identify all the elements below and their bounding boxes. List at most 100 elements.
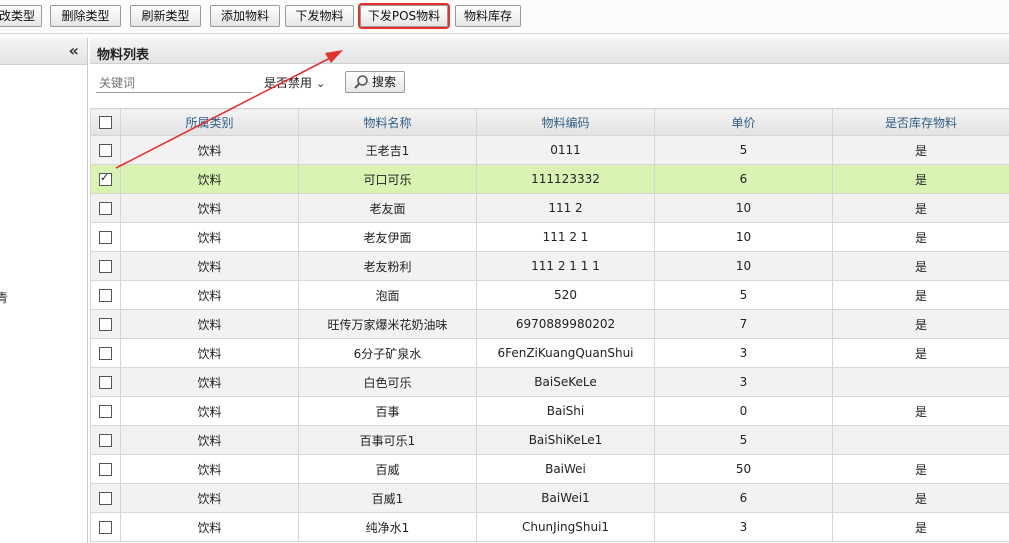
table-header-row: 所属类别 物料名称 物料编码 单价 是否库存物料 (90, 108, 1009, 136)
row-checkbox-cell[interactable] (90, 425, 121, 455)
row-checkbox[interactable] (99, 231, 112, 244)
row-checkbox[interactable] (99, 171, 112, 186)
table-row[interactable]: 饮料 百威1 BaiWei1 6 是 (90, 483, 1009, 513)
code-cell: BaiShi (476, 396, 655, 426)
row-checkbox-cell[interactable] (90, 309, 121, 339)
edit-type-button[interactable]: 改类型 (0, 5, 42, 27)
row-checkbox[interactable] (99, 202, 112, 215)
stock-cell: 是 (832, 396, 1009, 426)
category-cell: 饮料 (120, 193, 299, 223)
code-cell: 111123332 (476, 164, 655, 194)
stock-cell: 是 (832, 135, 1009, 165)
row-checkbox-cell[interactable] (90, 396, 121, 426)
row-checkbox[interactable] (99, 434, 112, 447)
row-checkbox[interactable] (99, 289, 112, 302)
code-cell: 520 (476, 280, 655, 310)
row-checkbox[interactable] (99, 144, 112, 157)
name-cell: 百威1 (298, 483, 477, 513)
material-table: 所属类别 物料名称 物料编码 单价 是否库存物料 饮料王老吉101115是饮料可… (90, 108, 1009, 542)
row-checkbox[interactable] (99, 376, 112, 389)
name-cell: 老友粉利 (298, 251, 477, 281)
price-cell: 3 (654, 338, 833, 368)
code-cell: 0111 (476, 135, 655, 165)
row-checkbox-cell[interactable] (90, 512, 121, 542)
category-cell: 饮料 (120, 396, 299, 426)
table-row[interactable]: 饮料 百事 BaiShi 0 是 (90, 396, 1009, 426)
table-row[interactable]: 饮料 老友伊面 111 2 1 10 是 (90, 222, 1009, 252)
select-all-checkbox[interactable] (99, 116, 112, 129)
table-row[interactable]: 饮料 百事可乐1 BaiShiKeLe1 5 (90, 425, 1009, 455)
collapse-icon[interactable]: « (69, 41, 79, 60)
add-material-button[interactable]: 添加物料 (210, 5, 280, 27)
column-header[interactable]: 物料名称 (298, 108, 477, 136)
name-cell: 老友面 (298, 193, 477, 223)
price-cell: 3 (654, 512, 833, 542)
delete-type-button[interactable]: 删除类型 (50, 5, 121, 27)
code-cell: 111 2 1 (476, 222, 655, 252)
stock-cell (832, 367, 1009, 397)
stock-cell: 是 (832, 164, 1009, 194)
row-checkbox-cell[interactable] (90, 454, 121, 484)
stock-cell: 是 (832, 193, 1009, 223)
row-checkbox-cell[interactable] (90, 222, 121, 252)
row-checkbox-cell[interactable] (90, 483, 121, 513)
table-row[interactable]: 饮料可口可乐1111233326是 (90, 164, 1009, 194)
panel-header: 物料列表 (90, 38, 1009, 64)
panel-title: 物料列表 (97, 48, 150, 63)
table-row[interactable]: 饮料 旺传万家爆米花奶油味 6970889980202 7 是 (90, 309, 1009, 339)
keyword-input[interactable] (96, 74, 252, 93)
select-all-cell[interactable] (90, 108, 121, 136)
toolbar: 改类型 删除类型 刷新类型 添加物料 下发物料 下发POS物料 物料库存 (0, 0, 1009, 34)
category-cell: 饮料 (120, 454, 299, 484)
name-cell: 白色可乐 (298, 367, 477, 397)
category-cell: 饮料 (120, 309, 299, 339)
row-checkbox[interactable] (99, 463, 112, 476)
row-checkbox[interactable] (99, 318, 112, 331)
table-row[interactable]: 饮料 6分子矿泉水 6FenZiKuangQuanShui 3 是 (90, 338, 1009, 368)
price-cell: 50 (654, 454, 833, 484)
column-header[interactable]: 物料编码 (476, 108, 655, 136)
table-row[interactable]: 饮料 老友面 111 2 10 是 (90, 193, 1009, 223)
price-cell: 0 (654, 396, 833, 426)
disable-select[interactable]: 是否禁用 ⌄ (264, 74, 325, 91)
code-cell: 111 2 1 1 1 (476, 251, 655, 281)
table-row[interactable]: 饮料 白色可乐 BaiSeKeLe 3 (90, 367, 1009, 397)
row-checkbox[interactable] (99, 492, 112, 505)
price-cell: 5 (654, 135, 833, 165)
row-checkbox[interactable] (99, 347, 112, 360)
row-checkbox[interactable] (99, 260, 112, 273)
code-cell: BaiShiKeLe1 (476, 425, 655, 455)
category-cell: 饮料 (120, 338, 299, 368)
category-cell: 饮料 (120, 164, 299, 194)
issue-material-button[interactable]: 下发物料 (285, 5, 354, 27)
name-cell: 6分子矿泉水 (298, 338, 477, 368)
table-row[interactable]: 饮料 泡面 520 5 是 (90, 280, 1009, 310)
code-cell: 111 2 (476, 193, 655, 223)
row-checkbox[interactable] (99, 521, 112, 534)
table-row[interactable]: 饮料 百威 BaiWei 50 是 (90, 454, 1009, 484)
material-stock-button[interactable]: 物料库存 (455, 5, 521, 27)
column-header[interactable]: 所属类别 (120, 108, 299, 136)
table-row[interactable]: 饮料 纯净水1 ChunJingShui1 3 是 (90, 512, 1009, 542)
row-checkbox-cell[interactable] (90, 135, 121, 165)
code-cell: ChunJingShui1 (476, 512, 655, 542)
row-checkbox-cell[interactable] (90, 164, 121, 194)
issue-pos-material-button[interactable]: 下发POS物料 (360, 5, 448, 27)
row-checkbox-cell[interactable] (90, 251, 121, 281)
column-header[interactable]: 是否库存物料 (832, 108, 1009, 136)
search-button-label: 搜索 (371, 75, 396, 89)
table-row[interactable]: 饮料 老友粉利 111 2 1 1 1 10 是 (90, 251, 1009, 281)
search-button[interactable]: 搜索 (345, 71, 405, 93)
table-row[interactable]: 饮料 王老吉1 0111 5 是 (90, 135, 1009, 165)
row-checkbox-cell[interactable] (90, 367, 121, 397)
row-checkbox-cell[interactable] (90, 193, 121, 223)
name-cell: 王老吉1 (298, 135, 477, 165)
refresh-type-button[interactable]: 刷新类型 (130, 5, 201, 27)
left-panel: « 青 (0, 38, 88, 543)
code-cell: 6FenZiKuangQuanShui (476, 338, 655, 368)
row-checkbox[interactable] (99, 405, 112, 418)
row-checkbox-cell[interactable] (90, 280, 121, 310)
row-checkbox-cell[interactable] (90, 338, 121, 368)
stock-cell: 是 (832, 338, 1009, 368)
column-header[interactable]: 单价 (654, 108, 833, 136)
